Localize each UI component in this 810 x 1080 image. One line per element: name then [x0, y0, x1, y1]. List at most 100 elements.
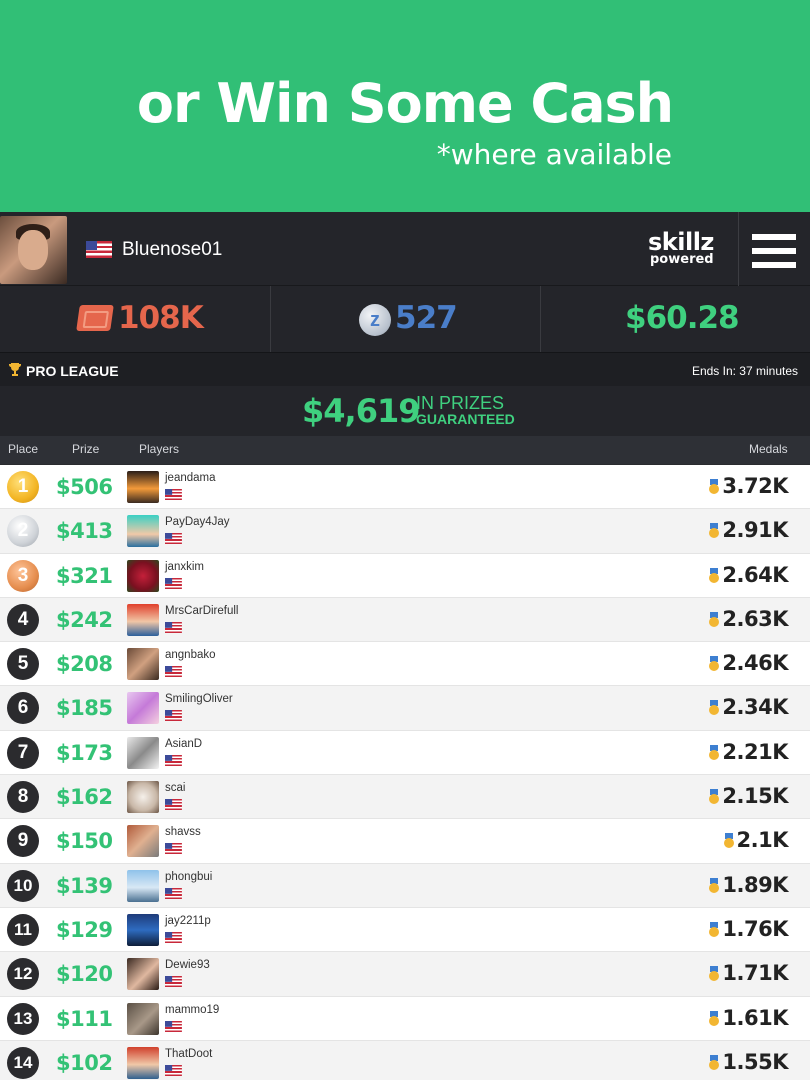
player-name[interactable]: scai: [165, 782, 185, 794]
skillz-logo-powered: powered: [650, 252, 714, 267]
us-flag-icon: [165, 799, 182, 811]
prize-amount: $173: [56, 740, 113, 765]
medal-count: 1.89K: [722, 872, 788, 897]
medal-icon: [709, 523, 720, 539]
medal-icon: [709, 700, 720, 716]
place-badge: 5: [7, 648, 39, 681]
player-avatar[interactable]: [127, 1046, 159, 1079]
medal-count: 2.91K: [722, 518, 788, 543]
avatar[interactable]: [0, 216, 67, 284]
cash-value: $60.28: [625, 300, 740, 336]
table-row[interactable]: 4 $242 MrsCarDirefull 2.63K: [0, 597, 810, 643]
place-badge: 6: [7, 692, 39, 725]
player-name[interactable]: shavss: [165, 826, 201, 838]
tickets-stat[interactable]: 108K: [0, 286, 270, 352]
prize-amount: $185: [56, 696, 113, 721]
prize-amount: $506: [56, 475, 113, 499]
place-badge: 4: [7, 603, 39, 636]
table-row[interactable]: 9 $150 shavss 2.1K: [0, 819, 810, 864]
table-row[interactable]: 8 $162 scai 2.15K: [0, 775, 810, 820]
medal-count: 2.21K: [722, 739, 788, 764]
table-row[interactable]: 11 $129 jay2211p 1.76K: [0, 907, 810, 953]
prize-amount: $162: [56, 785, 113, 810]
player-avatar[interactable]: [127, 1002, 159, 1035]
place-badge: 8: [7, 781, 39, 814]
us-flag-icon: [165, 533, 182, 545]
medal-icon: [709, 789, 720, 805]
medal-icon: [709, 479, 720, 495]
medal-count: 2.34K: [722, 695, 788, 720]
table-row[interactable]: 3 $321 janxkim 2.64K: [0, 553, 810, 598]
player-name[interactable]: jeandama: [165, 472, 216, 484]
player-name[interactable]: Dewie93: [165, 959, 210, 971]
medal-count: 2.1K: [736, 828, 789, 853]
player-name[interactable]: phongbui: [165, 871, 212, 883]
player-avatar[interactable]: [127, 515, 159, 548]
player-name[interactable]: jay2211p: [165, 915, 211, 927]
z-coin-icon: z: [359, 304, 391, 336]
player-name[interactable]: SmilingOliver: [165, 693, 233, 705]
player-avatar[interactable]: [127, 913, 159, 946]
table-row[interactable]: 1 $506 jeandama 3.72K: [0, 465, 810, 510]
leaderboard-column-headers: Place Prize Players Medals: [0, 436, 810, 464]
z-coins-stat[interactable]: z 527: [270, 286, 540, 352]
table-row[interactable]: 14 $102 ThatDoot 1.55K: [0, 1040, 810, 1080]
player-avatar[interactable]: [127, 825, 159, 858]
medal-count: 2.15K: [722, 784, 788, 809]
player-name[interactable]: angnbako: [165, 649, 216, 661]
us-flag-icon: [86, 241, 112, 258]
table-row[interactable]: 2 $413 PayDay4Jay 2.91K: [0, 509, 810, 554]
table-row[interactable]: 13 $111 mammo19 1.61K: [0, 996, 810, 1041]
prize-amount: $242: [56, 607, 113, 632]
column-place: Place: [8, 442, 39, 456]
medal-count: 3.72K: [722, 474, 788, 498]
player-avatar[interactable]: [127, 958, 159, 991]
place-badge: 10: [7, 869, 39, 902]
table-row[interactable]: 5 $208 angnbako 2.46K: [0, 642, 810, 687]
player-avatar[interactable]: [127, 559, 159, 592]
us-flag-icon: [165, 754, 182, 766]
tickets-value: 108K: [118, 300, 204, 336]
column-medals: Medals: [749, 442, 788, 456]
league-countdown: Ends In: 37 minutes: [691, 364, 798, 378]
player-avatar[interactable]: [127, 692, 159, 725]
hamburger-menu-icon[interactable]: [752, 234, 796, 268]
place-badge: 12: [7, 958, 39, 991]
leaderboard-list: 1 $506 jeandama 3.72K 2 $413 PayDay4Jay 2.91K 3 $…: [0, 465, 810, 1080]
banner-subtitle: *where available: [436, 138, 672, 171]
player-avatar[interactable]: [127, 869, 159, 902]
username[interactable]: Bluenose01: [122, 239, 222, 261]
player-avatar[interactable]: [127, 781, 159, 814]
table-row[interactable]: 12 $120 Dewie93 1.71K: [0, 952, 810, 997]
league-title: PRO LEAGUE: [26, 363, 119, 379]
player-avatar[interactable]: [127, 603, 159, 636]
place-badge: 14: [7, 1046, 39, 1079]
player-name[interactable]: ThatDoot: [165, 1048, 212, 1060]
player-avatar[interactable]: [127, 736, 159, 769]
player-name[interactable]: AsianD: [165, 738, 202, 750]
medal-count: 2.64K: [722, 562, 788, 587]
us-flag-icon: [165, 887, 182, 899]
us-flag-icon: [165, 666, 182, 678]
player-name[interactable]: janxkim: [165, 561, 204, 573]
medal-icon: [709, 921, 720, 938]
cash-stat[interactable]: $60.28: [540, 286, 810, 352]
player-name[interactable]: MrsCarDirefull: [165, 605, 238, 617]
player-name[interactable]: PayDay4Jay: [165, 516, 230, 528]
prize-pool-guaranteed: GUARANTEED: [416, 411, 515, 427]
player-avatar[interactable]: [127, 648, 159, 681]
us-flag-icon: [165, 931, 182, 944]
player-avatar[interactable]: [127, 471, 159, 503]
prize-amount: $111: [56, 1006, 113, 1031]
z-coins-value: 527: [395, 300, 458, 336]
table-row[interactable]: 7 $173 AsianD 2.21K: [0, 730, 810, 776]
banner-title: or Win Some Cash: [136, 72, 674, 135]
prize-pool-amount: $4,619: [302, 392, 420, 430]
player-name[interactable]: mammo19: [165, 1004, 219, 1016]
medal-icon: [709, 611, 720, 628]
table-row[interactable]: 6 $185 SmilingOliver 2.34K: [0, 686, 810, 731]
medal-count: 2.46K: [722, 651, 788, 676]
medal-icon: [709, 567, 720, 584]
table-row[interactable]: 10 $139 phongbui 1.89K: [0, 863, 810, 908]
place-badge: 7: [7, 736, 39, 769]
